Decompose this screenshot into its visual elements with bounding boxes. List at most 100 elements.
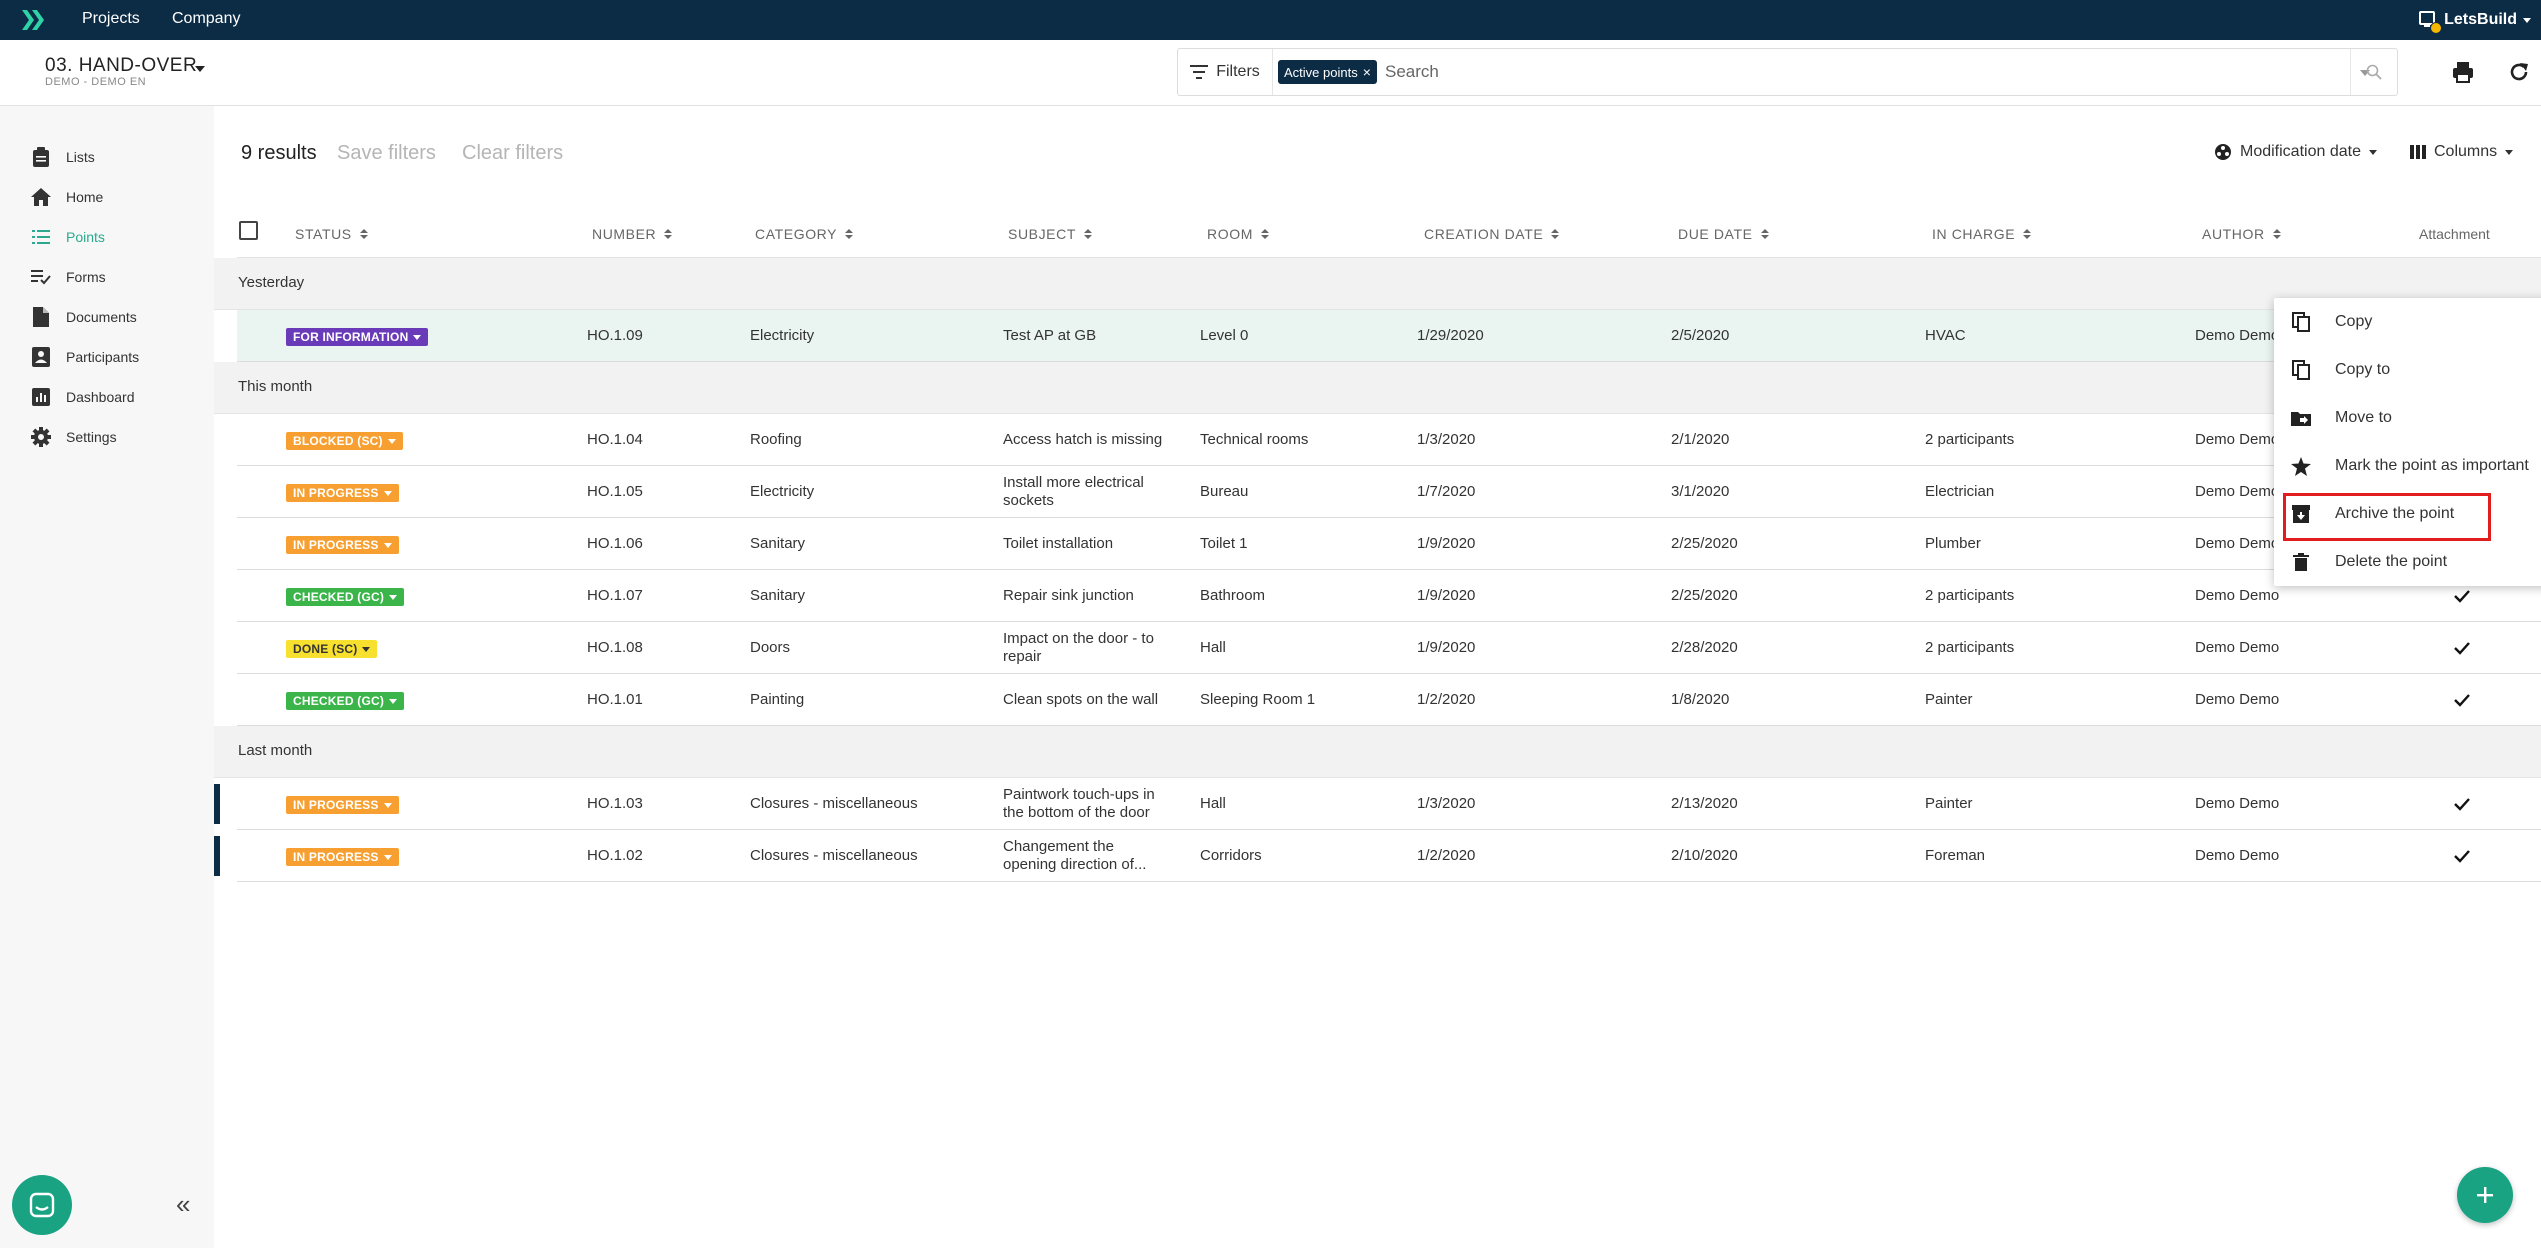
cell-room: Hall <box>1200 794 1226 812</box>
sidebar-item-label: Lists <box>66 149 95 165</box>
status-badge[interactable]: DONE (SC) <box>286 640 378 658</box>
cell-subject: Toilet installation <box>1003 534 1114 552</box>
status-badge[interactable]: IN PROGRESS <box>286 536 399 554</box>
gear-icon <box>30 426 52 448</box>
column-header-subject[interactable]: SUBJECT <box>1008 226 1092 242</box>
columns-selector[interactable]: Columns <box>2410 143 2514 161</box>
group-label: Yesterday <box>238 274 305 291</box>
sort-selector[interactable]: Modification date <box>2214 143 2377 161</box>
sidebar-item-settings[interactable]: Settings <box>0 420 214 454</box>
clipboard-icon <box>30 146 52 168</box>
search-button[interactable] <box>2350 49 2397 95</box>
column-header-in-charge[interactable]: IN CHARGE <box>1932 226 2032 242</box>
status-badge[interactable]: FOR INFORMATION <box>286 328 429 346</box>
sort-arrows-icon <box>1260 229 1269 239</box>
chip-label: Active points <box>1284 64 1358 80</box>
move-folder-icon <box>2290 407 2312 429</box>
clear-filters-button[interactable]: Clear filters <box>462 142 563 165</box>
notification-icon[interactable] <box>2418 10 2443 34</box>
filters-label: Filters <box>1216 63 1260 80</box>
add-point-button[interactable] <box>2457 1167 2513 1223</box>
cell-number: HO.1.03 <box>587 794 643 812</box>
cell-number: HO.1.05 <box>587 482 643 500</box>
column-header-status[interactable]: STATUS <box>295 226 368 242</box>
search-input[interactable] <box>1385 55 2325 89</box>
nav-projects[interactable]: Projects <box>82 10 140 28</box>
menu-item-label: Mark the point as important <box>2335 457 2529 474</box>
cell-number: HO.1.02 <box>587 846 643 864</box>
table-row[interactable]: BLOCKED (SC) HO.1.04 Roofing Access hatch i… <box>237 414 2541 466</box>
menu-item-copy[interactable]: Copy <box>2274 298 2541 346</box>
sidebar-item-documents[interactable]: Documents <box>0 300 214 334</box>
filter-bar: Filters Active points × <box>1177 48 2398 96</box>
table-row[interactable]: IN PROGRESS HO.1.02 Closures - miscellaneo… <box>214 830 2541 882</box>
sidebar-item-participants[interactable]: Participants <box>0 340 214 374</box>
cell-due-date: 2/25/2020 <box>1671 534 1738 552</box>
status-label: CHECKED (GC) <box>293 590 385 604</box>
status-badge[interactable]: CHECKED (GC) <box>286 588 405 606</box>
close-icon[interactable]: × <box>1363 65 1371 79</box>
chat-button[interactable] <box>12 1175 72 1235</box>
check-icon <box>2454 850 2470 863</box>
table-row[interactable]: CHECKED (GC) HO.1.01 Painting Clean spots o… <box>237 674 2541 726</box>
cell-number: HO.1.09 <box>587 326 643 344</box>
print-icon[interactable] <box>2451 60 2475 84</box>
column-header-room[interactable]: ROOM <box>1207 226 1269 242</box>
header-label: CATEGORY <box>755 226 838 242</box>
column-header-due-date[interactable]: DUE DATE <box>1678 226 1769 242</box>
status-badge[interactable]: CHECKED (GC) <box>286 692 405 710</box>
table-row[interactable]: FOR INFORMATION HO.1.09 Electricity Test AP… <box>237 310 2541 362</box>
table-row[interactable]: DONE (SC) HO.1.08 Doors Impact on the door … <box>237 622 2541 674</box>
chevron-down-icon[interactable] <box>195 66 205 72</box>
status-label: FOR INFORMATION <box>293 330 409 344</box>
main-content: 9 results Save filters Clear filters Mod… <box>214 106 2541 1248</box>
status-badge[interactable]: BLOCKED (SC) <box>286 432 403 450</box>
sort-arrows-icon <box>1084 229 1092 239</box>
app-root: Projects Company LetsBuild 03. HAND-OVER… <box>0 0 2541 1248</box>
column-header-category[interactable]: CATEGORY <box>755 226 854 242</box>
refresh-icon[interactable] <box>2507 60 2531 84</box>
sidebar-item-home[interactable]: Home <box>0 180 214 214</box>
cell-creation-date: 1/2/2020 <box>1417 690 1476 708</box>
column-header-creation-date[interactable]: CREATION DATE <box>1424 226 1560 242</box>
table-row[interactable]: IN PROGRESS HO.1.06 Sanitary Toilet install… <box>237 518 2541 570</box>
letsbuild-logo-icon[interactable] <box>20 8 46 32</box>
menu-item-move-to[interactable]: Move to <box>2274 394 2541 442</box>
chevron-down-icon <box>2523 17 2531 23</box>
sort-arrows-icon <box>1760 229 1769 239</box>
status-badge[interactable]: IN PROGRESS <box>286 796 399 814</box>
sidebar-item-forms[interactable]: Forms <box>0 260 214 294</box>
sort-icon <box>2215 144 2231 160</box>
sidebar-item-label: Points <box>66 229 105 245</box>
header-label: STATUS <box>295 226 352 242</box>
status-badge[interactable]: IN PROGRESS <box>286 848 399 866</box>
collapse-sidebar-icon[interactable]: « <box>176 1191 190 1217</box>
menu-item-mark-important[interactable]: Mark the point as important <box>2274 442 2541 490</box>
chevron-down-icon <box>383 802 392 808</box>
save-filters-button[interactable]: Save filters <box>337 142 436 165</box>
cell-in-charge: Painter <box>1925 794 1973 812</box>
column-header-number[interactable]: NUMBER <box>592 226 673 242</box>
copy-to-icon <box>2290 359 2312 381</box>
status-badge[interactable]: IN PROGRESS <box>286 484 399 502</box>
sidebar-item-points[interactable]: Points <box>0 220 214 254</box>
project-name[interactable]: 03. HAND-OVER <box>45 55 197 77</box>
column-header-author[interactable]: AUTHOR <box>2202 226 2281 242</box>
cell-subject: Test AP at GB <box>1003 326 1097 344</box>
menu-item-copy-to[interactable]: Copy to <box>2274 346 2541 394</box>
star-icon <box>2290 455 2312 477</box>
nav-company[interactable]: Company <box>172 10 240 28</box>
chevron-down-icon <box>2368 149 2377 155</box>
sidebar-item-dashboard[interactable]: Dashboard <box>0 380 214 414</box>
table-row[interactable]: IN PROGRESS HO.1.03 Closures - miscellaneo… <box>214 778 2541 830</box>
table-row[interactable]: IN PROGRESS HO.1.05 Electricity Install mor… <box>237 466 2541 518</box>
sidebar-item-lists[interactable]: Lists <box>0 140 214 174</box>
group-header: Last month <box>214 726 2541 778</box>
user-menu[interactable]: LetsBuild <box>2418 10 2531 34</box>
active-filter-chip[interactable]: Active points × <box>1278 60 1377 84</box>
menu-item-delete[interactable]: Delete the point <box>2274 538 2541 586</box>
cell-room: Corridors <box>1200 846 1262 864</box>
select-all-checkbox[interactable] <box>239 221 258 240</box>
table-row[interactable]: CHECKED (GC) HO.1.07 Sanitary Repair sink j… <box>237 570 2541 622</box>
filters-button[interactable]: Filters <box>1178 49 1273 95</box>
